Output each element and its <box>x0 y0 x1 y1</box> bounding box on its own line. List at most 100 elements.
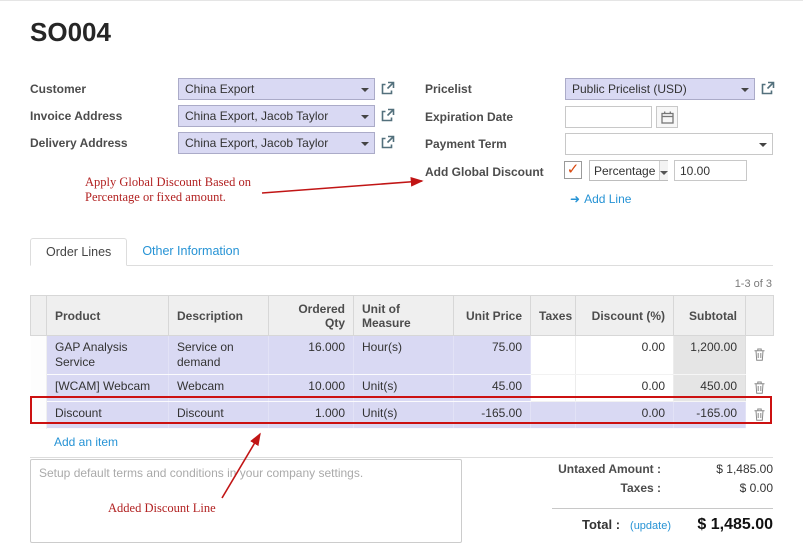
pricelist-label: Pricelist <box>425 82 472 96</box>
add-item-link[interactable]: Add an item <box>54 435 118 449</box>
cell-subtotal: 450.00 <box>674 375 746 402</box>
cell-taxes[interactable] <box>531 336 576 375</box>
page-title: SO004 <box>30 17 111 48</box>
header-taxes[interactable]: Taxes <box>531 296 576 336</box>
add-line-label: Add Line <box>584 192 631 206</box>
cell-product[interactable]: GAP Analysis Service <box>47 336 169 375</box>
row-handle[interactable] <box>31 336 47 375</box>
cell-description[interactable]: Webcam <box>169 375 269 402</box>
delivery-address-value: China Export, Jacob Taylor <box>185 136 328 150</box>
terms-textarea[interactable] <box>30 459 462 543</box>
calendar-icon <box>661 111 674 124</box>
pricelist-external-link-icon[interactable] <box>760 81 775 96</box>
header-subtotal[interactable]: Subtotal <box>674 296 746 336</box>
delivery-address-select[interactable]: China Export, Jacob Taylor <box>178 132 375 154</box>
cell-subtotal: 1,200.00 <box>674 336 746 375</box>
untaxed-amount-value: $ 1,485.00 <box>661 462 773 476</box>
invoice-address-select[interactable]: China Export, Jacob Taylor <box>178 105 375 127</box>
delivery-address-label: Delivery Address <box>30 136 128 150</box>
cell-qty[interactable]: 1.000 <box>269 402 354 429</box>
cell-uom[interactable]: Unit(s) <box>354 375 454 402</box>
invoice-address-external-link-icon[interactable] <box>380 108 395 123</box>
total-label: Total : <box>582 517 620 532</box>
check-icon: ✓ <box>567 161 580 178</box>
cell-qty[interactable]: 10.000 <box>269 375 354 402</box>
tab-order-lines[interactable]: Order Lines <box>30 238 127 266</box>
header-ordered-qty[interactable]: Ordered Qty <box>269 296 354 336</box>
add-item-row: Add an item <box>30 429 773 458</box>
order-line-row[interactable]: [WCAM] Webcam Webcam 10.000 Unit(s) 45.0… <box>31 375 774 402</box>
pricelist-select[interactable]: Public Pricelist (USD) <box>565 78 755 100</box>
header-unit-price[interactable]: Unit Price <box>454 296 531 336</box>
taxes-label: Taxes : <box>480 481 661 495</box>
row-handle[interactable] <box>31 375 47 402</box>
discount-amount-input[interactable] <box>674 160 747 181</box>
customer-value: China Export <box>185 82 254 96</box>
expiration-date-label: Expiration Date <box>425 110 513 124</box>
header-unit-of-measure[interactable]: Unit of Measure <box>354 296 454 336</box>
chevron-down-icon <box>361 115 369 119</box>
delete-row-icon[interactable] <box>754 381 765 398</box>
header-handle <box>31 296 47 336</box>
chevron-down-icon <box>759 143 767 147</box>
payment-term-select[interactable] <box>565 133 773 155</box>
cell-discount[interactable]: 0.00 <box>576 402 674 429</box>
global-discount-checkbox[interactable]: ✓ <box>564 161 582 179</box>
invoice-address-label: Invoice Address <box>30 109 122 123</box>
discount-type-value: Percentage <box>590 164 659 178</box>
datepicker-button[interactable] <box>656 106 678 128</box>
order-line-row-discount[interactable]: Discount Discount 1.000 Unit(s) -165.00 … <box>31 402 774 429</box>
totals-panel: Untaxed Amount : $ 1,485.00 Taxes : $ 0.… <box>480 462 773 534</box>
cell-description[interactable]: Discount <box>169 402 269 429</box>
sale-order-form: SO004 Customer China Export Invoice Addr… <box>0 0 803 545</box>
cell-qty[interactable]: 16.000 <box>269 336 354 375</box>
chevron-down-icon <box>741 88 749 92</box>
add-line-link[interactable]: ➜ Add Line <box>570 192 631 206</box>
cell-taxes[interactable] <box>531 375 576 402</box>
delivery-address-external-link-icon[interactable] <box>380 135 395 150</box>
arrow-right-icon: ➜ <box>570 192 580 206</box>
annotation-arrow-global-discount <box>262 181 422 193</box>
totals-divider <box>552 508 773 509</box>
header-actions <box>746 296 774 336</box>
untaxed-amount-label: Untaxed Amount : <box>480 462 661 476</box>
order-lines-table: Product Description Ordered Qty Unit of … <box>30 295 773 458</box>
discount-type-select[interactable]: Percentage <box>589 160 668 181</box>
taxes-value: $ 0.00 <box>661 481 773 495</box>
global-discount-label: Add Global Discount <box>425 165 544 179</box>
row-handle[interactable] <box>31 402 47 429</box>
chevron-down-icon <box>361 88 369 92</box>
header-discount[interactable]: Discount (%) <box>576 296 674 336</box>
annotation-global-discount-note: Apply Global Discount Based on Percentag… <box>85 175 290 205</box>
pricelist-value: Public Pricelist (USD) <box>572 82 687 96</box>
tab-other-information[interactable]: Other Information <box>127 238 254 266</box>
update-total-link[interactable]: (update) <box>630 520 671 532</box>
cell-discount[interactable]: 0.00 <box>576 375 674 402</box>
payment-term-label: Payment Term <box>425 137 507 151</box>
customer-external-link-icon[interactable] <box>380 81 395 96</box>
cell-product[interactable]: Discount <box>47 402 169 429</box>
order-line-row[interactable]: GAP Analysis Service Service on demand 1… <box>31 336 774 375</box>
cell-price[interactable]: 75.00 <box>454 336 531 375</box>
cell-discount[interactable]: 0.00 <box>576 336 674 375</box>
notebook-tabs: Order Lines Other Information <box>30 238 255 266</box>
cell-price[interactable]: -165.00 <box>454 402 531 429</box>
cell-taxes[interactable] <box>531 402 576 429</box>
pager-label: 1-3 of 3 <box>735 278 772 290</box>
header-description[interactable]: Description <box>169 296 269 336</box>
header-product[interactable]: Product <box>47 296 169 336</box>
cell-description[interactable]: Service on demand <box>169 336 269 375</box>
customer-select[interactable]: China Export <box>178 78 375 100</box>
cell-uom[interactable]: Hour(s) <box>354 336 454 375</box>
delete-row-icon[interactable] <box>754 348 765 365</box>
total-value: $ 1,485.00 <box>697 516 773 534</box>
table-header-row: Product Description Ordered Qty Unit of … <box>31 296 774 336</box>
cell-price[interactable]: 45.00 <box>454 375 531 402</box>
cell-subtotal: -165.00 <box>674 402 746 429</box>
invoice-address-value: China Export, Jacob Taylor <box>185 109 328 123</box>
customer-label: Customer <box>30 82 86 96</box>
delete-row-icon[interactable] <box>754 408 765 425</box>
expiration-date-input[interactable] <box>565 106 652 128</box>
cell-uom[interactable]: Unit(s) <box>354 402 454 429</box>
cell-product[interactable]: [WCAM] Webcam <box>47 375 169 402</box>
